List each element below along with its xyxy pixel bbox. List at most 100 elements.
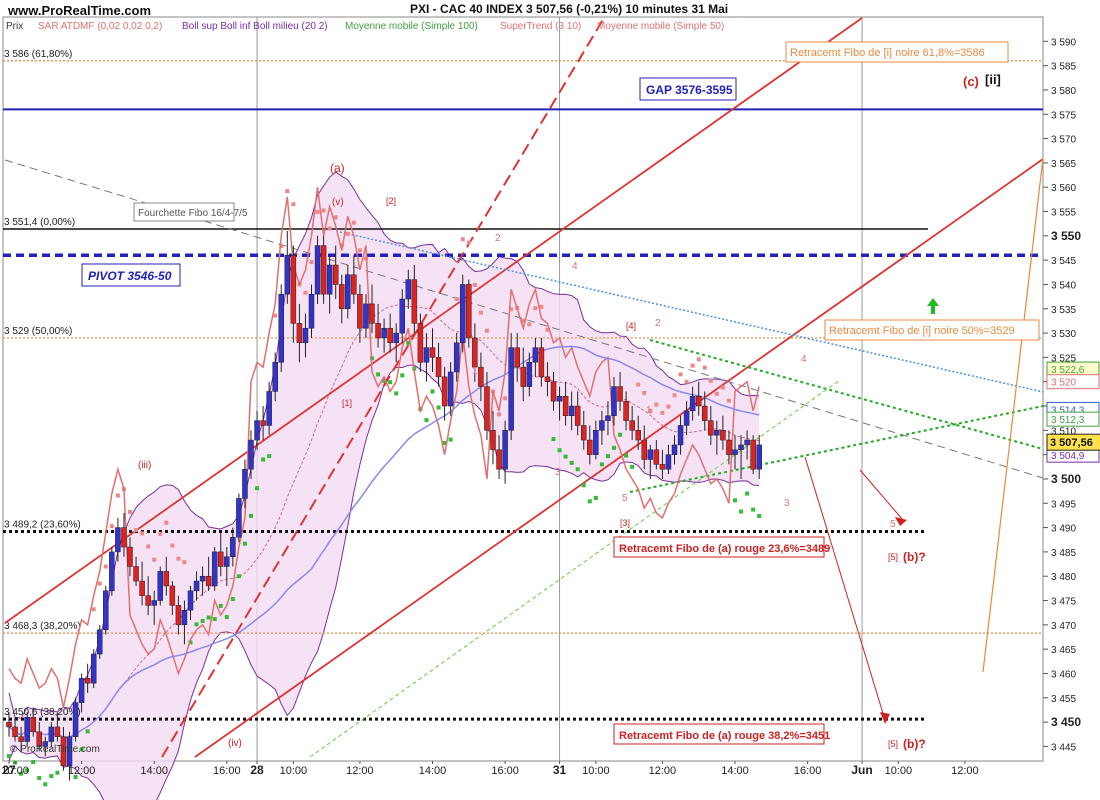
candle-body <box>30 716 36 733</box>
sar-dot <box>261 457 266 462</box>
candle-body <box>72 702 79 737</box>
candle-body <box>84 678 91 684</box>
candle-body <box>665 454 672 470</box>
y-tick-label: 3 485 <box>1051 548 1076 559</box>
candle-body <box>48 726 55 742</box>
y-tick-label: 3 480 <box>1051 572 1076 583</box>
wave-b-1: (b)? <box>903 550 926 564</box>
candle-body <box>544 376 551 382</box>
wave-ii: [ii] <box>985 72 1001 87</box>
sar-dot <box>672 393 677 398</box>
legend-supertrend: SuperTrend (3 10) <box>500 21 581 32</box>
price-tag-label: 3 512,3 <box>1051 415 1085 426</box>
sar-dot <box>249 513 253 518</box>
candle-body <box>308 293 315 329</box>
candle-body <box>296 323 303 344</box>
candle-body <box>484 386 490 431</box>
y-tick-label: 3 570 <box>1051 135 1076 146</box>
price-tag-label: 3 504,9 <box>1051 451 1085 462</box>
candle-body <box>157 571 163 601</box>
candle-body <box>254 420 260 441</box>
sar-dot <box>134 528 139 533</box>
sar-dot <box>55 770 60 775</box>
sar-dot <box>466 240 471 245</box>
sar-dot <box>636 382 641 387</box>
candle-body <box>526 362 533 387</box>
candle-body <box>714 430 720 436</box>
sar-dot <box>678 372 683 377</box>
candle-body <box>78 678 85 703</box>
sar-dot <box>436 405 441 410</box>
candle-body <box>520 366 526 387</box>
sar-dot <box>503 396 508 401</box>
sar-dot <box>714 391 719 396</box>
wave-5-bracket-2: [5] <box>888 739 898 749</box>
candle-body <box>345 274 351 310</box>
candle-body <box>472 337 478 368</box>
sar-dot <box>388 380 393 385</box>
sar-dot <box>376 372 381 377</box>
x-tick-label: 10:00 <box>582 765 610 777</box>
candle-body <box>326 264 333 295</box>
sar-dot <box>230 597 235 602</box>
sar-dot <box>587 499 592 504</box>
wave-v: (v) <box>332 197 344 208</box>
sar-dot <box>581 483 586 488</box>
candle-body <box>290 255 297 324</box>
sar-dot <box>484 328 489 333</box>
sar-dot <box>654 402 659 407</box>
y-tick-label: 3 565 <box>1051 159 1076 170</box>
candle-body <box>702 405 708 421</box>
sar-dot <box>242 541 247 546</box>
candle-body <box>683 410 690 426</box>
candle-body <box>514 347 520 368</box>
sar-dot <box>478 310 483 315</box>
x-tick-label: 31 <box>553 763 567 777</box>
candle-body <box>677 425 684 446</box>
sar-dot <box>176 556 181 561</box>
candle-body <box>593 430 599 455</box>
candle-body <box>490 430 496 451</box>
candle-body <box>478 366 484 387</box>
y-tick-label: 3 560 <box>1051 183 1076 194</box>
candle-body <box>181 610 188 626</box>
wave-num: 5 <box>890 519 896 530</box>
legend-ma100: Moyenne mobile (Simple 100) <box>345 21 478 32</box>
fibo-236-text: Retracemt Fibo de (a) rouge 23,6%=3489 <box>619 543 830 555</box>
candle-body <box>193 580 200 592</box>
wave-num: 3 <box>555 467 561 478</box>
candle-body <box>423 347 430 363</box>
fourchette-label-text: Fourchette Fibo 16/4-7/5 <box>138 208 248 219</box>
sar-dot <box>43 782 48 787</box>
candle-body <box>236 498 242 538</box>
candle-body <box>139 580 145 596</box>
sar-dot <box>333 215 338 220</box>
sar-dot <box>128 510 132 515</box>
candle-body <box>24 716 30 742</box>
candle-body <box>151 600 157 606</box>
candle-body <box>750 439 756 470</box>
sar-dot <box>182 560 187 565</box>
fibo-level-label: 3 586 (61,80%) <box>4 49 72 60</box>
candle-body <box>635 430 641 441</box>
candle-body <box>332 264 339 285</box>
candle-body <box>556 396 563 402</box>
last-price-label: 3 507,56 <box>1050 437 1093 449</box>
fibo-level-label: 3 551,4 (0,00%) <box>4 217 75 228</box>
y-tick-label: 3 455 <box>1051 694 1076 705</box>
y-tick-label: 3 580 <box>1051 86 1076 97</box>
candle-body <box>738 444 744 451</box>
sar-dot <box>291 202 296 207</box>
candle-body <box>351 274 357 295</box>
x-tick-label: 16:00 <box>794 765 822 777</box>
candle-body <box>726 439 732 455</box>
x-tick-label: 14:00 <box>419 765 447 777</box>
sar-dot <box>605 454 610 459</box>
candle-body <box>399 298 405 334</box>
sar-dot <box>315 209 320 214</box>
sar-dot <box>660 410 665 415</box>
sar-dot <box>497 412 502 417</box>
sar-dot <box>164 520 169 525</box>
candle-body <box>211 551 218 587</box>
sar-dot <box>218 603 223 608</box>
